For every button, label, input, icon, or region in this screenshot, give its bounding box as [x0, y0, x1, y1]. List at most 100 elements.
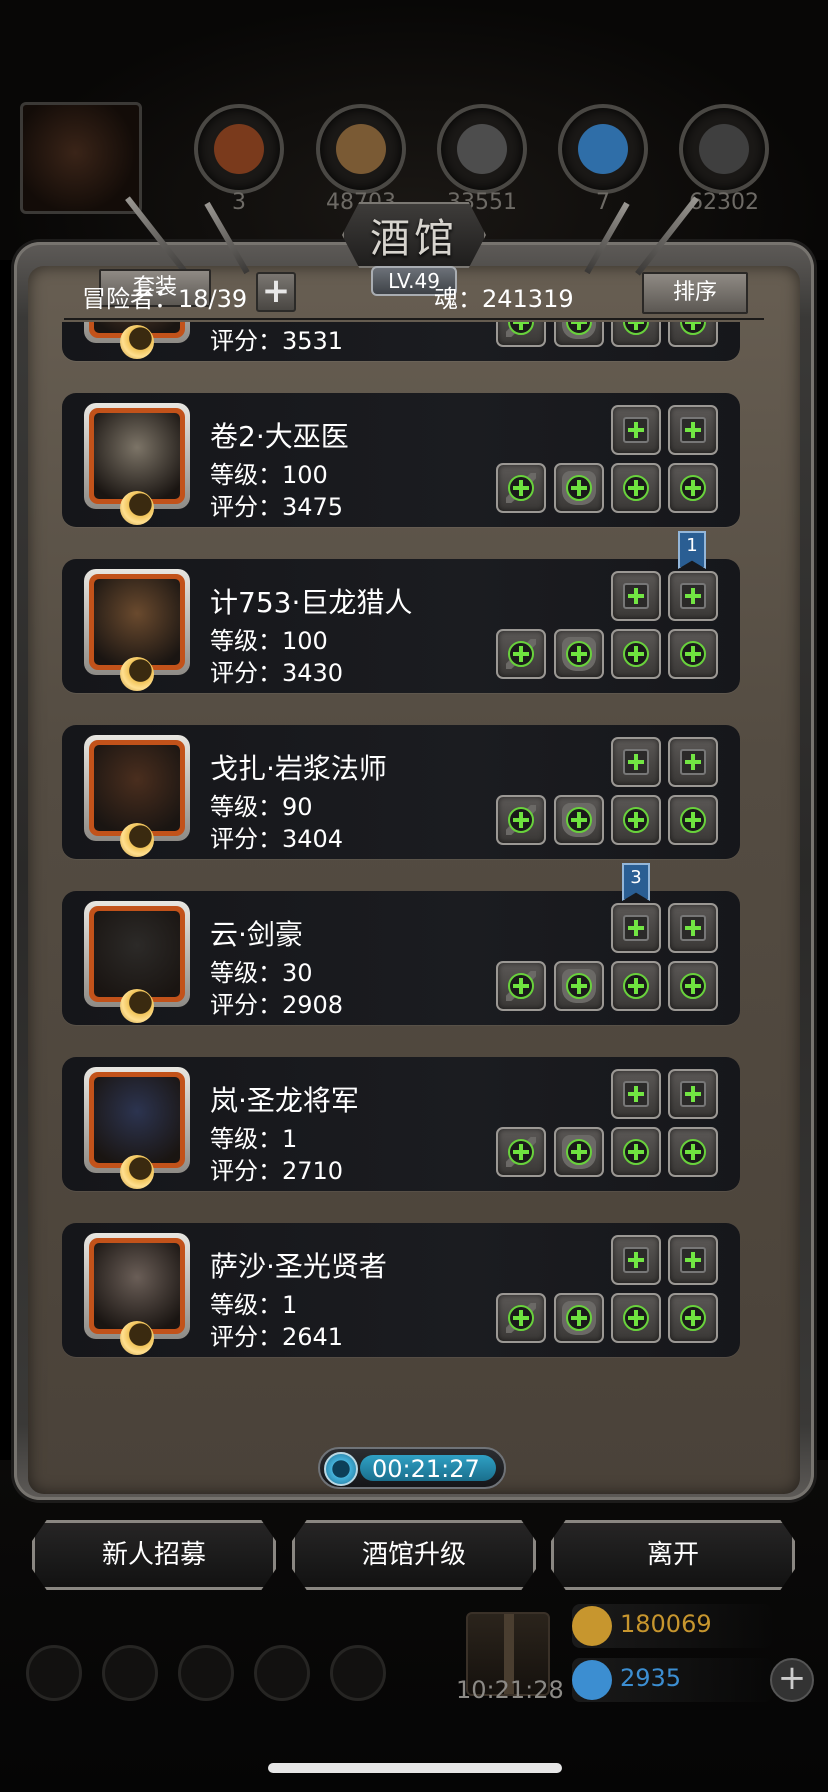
gold-display: 180069: [572, 1604, 772, 1648]
moon-icon: [120, 1155, 154, 1189]
equip-armor-slot[interactable]: [554, 629, 604, 679]
plus-icon: [623, 475, 649, 501]
home-indicator[interactable]: [268, 1763, 562, 1773]
leave-button[interactable]: 离开: [551, 1520, 795, 1590]
equip-ring-slot[interactable]: [611, 795, 661, 845]
rune-plus-icon: [623, 915, 649, 941]
hero-level: 等级：90: [210, 793, 313, 821]
rune-slot-1[interactable]: [611, 1235, 661, 1285]
rune-slot-2[interactable]: [668, 903, 718, 953]
moon-icon: [120, 325, 154, 359]
equip-armor-slot[interactable]: [554, 463, 604, 513]
player-avatar[interactable]: [20, 102, 142, 214]
iron-icon: [457, 124, 507, 174]
equip-weapon-slot[interactable]: [496, 463, 546, 513]
plus-icon: [680, 807, 706, 833]
equip-amulet-slot[interactable]: [668, 961, 718, 1011]
plus-icon: [680, 475, 706, 501]
meat-icon: [214, 124, 264, 174]
rune-plus-icon: [623, 1247, 649, 1273]
equip-amulet-slot[interactable]: [668, 1127, 718, 1177]
equip-armor-slot[interactable]: [554, 961, 604, 1011]
guild-icon[interactable]: [178, 1645, 234, 1701]
plus-icon: [623, 1139, 649, 1165]
modal-title: 酒馆: [370, 216, 458, 262]
equip-armor-slot[interactable]: [554, 322, 604, 347]
equip-ring-slot[interactable]: [611, 961, 661, 1011]
rune-slot-2[interactable]: [668, 571, 718, 621]
rune-slot-1[interactable]: [611, 737, 661, 787]
equip-amulet-slot[interactable]: [668, 322, 718, 347]
rune-slot-2[interactable]: [668, 405, 718, 455]
rune-slot-2[interactable]: [668, 1069, 718, 1119]
equip-weapon-slot[interactable]: [496, 629, 546, 679]
hero-card[interactable]: 云·剑豪 等级：30 评分：2908 3: [62, 863, 740, 1025]
equip-amulet-slot[interactable]: [668, 1293, 718, 1343]
plus-icon: [623, 807, 649, 833]
equip-weapon-slot[interactable]: [496, 961, 546, 1011]
rune-plus-icon: [680, 417, 706, 443]
hero-card[interactable]: 卷2·大巫医 等级：100 评分：3475: [62, 393, 740, 527]
equip-amulet-slot[interactable]: [668, 795, 718, 845]
plus-icon: [508, 641, 534, 667]
meat-resource-icon: [194, 104, 284, 194]
rune-slot-1[interactable]: [611, 1069, 661, 1119]
add-currency-button[interactable]: +: [770, 1658, 814, 1702]
soul-count: 魂：241319: [434, 285, 574, 313]
rune-plus-icon: [623, 1081, 649, 1107]
hero-face: [94, 911, 180, 997]
equip-armor-slot[interactable]: [554, 1293, 604, 1343]
moon-icon: [120, 823, 154, 857]
plus-icon[interactable]: +: [256, 272, 296, 312]
equip-ring-slot[interactable]: [611, 322, 661, 347]
hero-list[interactable]: 等级：100评分：3531卷2·大巫医等级：100评分：3475计753·巨龙猎…: [54, 322, 778, 1450]
sort-button[interactable]: 排序: [642, 272, 748, 314]
hero-name: 计753·巨龙猎人: [210, 586, 413, 619]
rune-slot-1[interactable]: [611, 405, 661, 455]
rune-slot-2[interactable]: [668, 1235, 718, 1285]
gem-value: 2935: [620, 1664, 682, 1692]
quest-icon[interactable]: [102, 1645, 158, 1701]
hero-score: 评分：3430: [210, 659, 344, 687]
equip-armor-slot[interactable]: [554, 795, 604, 845]
equip-ring-slot[interactable]: [611, 1127, 661, 1177]
shop-icon[interactable]: [330, 1645, 386, 1701]
hero-card[interactable]: 岚·圣龙将军 等级：1 评分：2710: [62, 1057, 740, 1191]
equip-ring-slot[interactable]: [611, 1293, 661, 1343]
equip-amulet-slot[interactable]: [668, 463, 718, 513]
plus-icon: [680, 1305, 706, 1331]
plus-icon: [680, 1139, 706, 1165]
hero-name: 云·剑豪: [210, 918, 303, 951]
rune-slot-1[interactable]: [611, 903, 661, 953]
gold-value: 180069: [620, 1610, 712, 1638]
header-divider: [64, 318, 764, 320]
equip-ring-slot[interactable]: [611, 463, 661, 513]
hero-name: 卷2·大巫医: [210, 420, 349, 453]
recruit-button[interactable]: 新人招募: [32, 1520, 276, 1590]
stone-resource-icon: [679, 104, 769, 194]
equip-amulet-slot[interactable]: [668, 629, 718, 679]
equip-ring-slot[interactable]: [611, 629, 661, 679]
rune-slot-2[interactable]: [668, 737, 718, 787]
rune-slot-1[interactable]: [611, 571, 661, 621]
plus-icon: [566, 1139, 592, 1165]
rune-plus-icon: [623, 583, 649, 609]
equip-weapon-slot[interactable]: [496, 795, 546, 845]
refresh-timer: 00:21:27: [318, 1447, 506, 1489]
hero-card[interactable]: 等级：100评分：3531: [62, 322, 740, 361]
moon-icon: [120, 657, 154, 691]
timer-value: 00:21:27: [372, 1455, 480, 1483]
equip-armor-slot[interactable]: [554, 1127, 604, 1177]
hero-card[interactable]: 计753·巨龙猎人 等级：100 评分：3430 1: [62, 531, 740, 693]
equip-weapon-slot[interactable]: [496, 322, 546, 347]
hero-card[interactable]: 萨沙·圣光贤者 等级：1 评分：2641: [62, 1223, 740, 1357]
settings-icon[interactable]: [26, 1645, 82, 1701]
equip-weapon-slot[interactable]: [496, 1127, 546, 1177]
upgrade-tavern-button[interactable]: 酒馆升级: [292, 1520, 536, 1590]
hero-score: 评分：2641: [210, 1323, 344, 1351]
clock-icon: [324, 1452, 358, 1486]
mail-icon[interactable]: [254, 1645, 310, 1701]
hero-face: [94, 1243, 180, 1329]
hero-card[interactable]: 戈扎·岩浆法师 等级：90 评分：3404: [62, 725, 740, 859]
equip-weapon-slot[interactable]: [496, 1293, 546, 1343]
